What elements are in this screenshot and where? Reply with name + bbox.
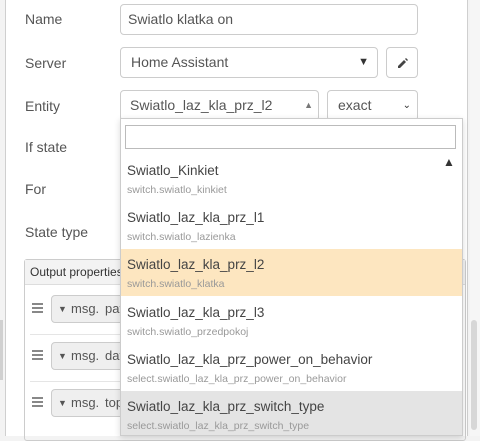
caret-down-icon: ▼	[58, 351, 67, 361]
drag-handle-icon[interactable]	[32, 397, 43, 407]
item-entity-id: switch.swiatlo_przedpokoj	[127, 326, 249, 338]
dropdown-item-hovered[interactable]: Swiatlo_laz_kla_prz_switch_type select.s…	[121, 391, 462, 435]
item-entity-id: switch.swiatlo_kinkiet	[127, 184, 227, 196]
state-type-label: State type	[25, 224, 89, 240]
drag-handle-icon[interactable]	[32, 350, 43, 360]
item-name: Swiatlo_laz_kla_prz_switch_type	[127, 399, 325, 414]
match-type-value: exact	[338, 97, 372, 113]
item-name: Swiatlo_laz_kla_prz_power_on_behavior	[127, 352, 373, 367]
property-type-label: msg.	[71, 348, 100, 363]
name-label: Name	[25, 11, 63, 27]
output-row: ▼ msg. dat	[26, 335, 125, 381]
item-name: Swiatlo_laz_kla_prz_l2	[127, 257, 265, 272]
entity-search-input[interactable]	[125, 125, 456, 149]
property-type-select[interactable]: ▼ msg. top	[51, 389, 125, 417]
caret-down-icon: ▼	[58, 398, 67, 408]
property-type-select[interactable]: ▼ msg. pay	[51, 295, 126, 323]
match-type-select[interactable]: exact ⌄	[327, 90, 418, 121]
output-row: ▼ msg. pay	[26, 288, 126, 334]
server-select[interactable]: Home Assistant ▼	[120, 47, 378, 78]
entity-label: Entity	[25, 98, 61, 114]
panel-resize-handle[interactable]	[0, 320, 3, 380]
property-type-label: msg.	[71, 395, 100, 410]
entity-select[interactable]: Swiatlo_laz_kla_prz_l2 ▲	[120, 90, 319, 121]
edit-server-button[interactable]	[386, 47, 418, 78]
item-name: Swiatlo_laz_kla_prz_l1	[127, 210, 265, 225]
item-entity-id: select.swiatlo_laz_kla_prz_power_on_beha…	[127, 373, 347, 385]
dropdown-item[interactable]: Swiatlo_Kinkiet switch.swiatlo_kinkiet	[121, 155, 462, 202]
property-type-label: msg.	[71, 301, 100, 316]
chevron-down-icon: ⌄	[402, 100, 411, 111]
dropdown-item[interactable]: Swiatlo_laz_kla_prz_l1 switch.swiatlo_la…	[121, 202, 462, 249]
property-type-select[interactable]: ▼ msg. dat	[51, 342, 125, 370]
caret-down-icon: ▼	[58, 304, 67, 314]
output-row: ▼ msg. top	[26, 382, 125, 428]
if-state-label: If state	[25, 139, 68, 155]
scrollbar-thumb[interactable]	[471, 320, 477, 430]
drag-handle-icon[interactable]	[32, 303, 43, 313]
entity-dropdown: ▲ Swiatlo_Kinkiet switch.swiatlo_kinkiet…	[120, 118, 463, 436]
entity-select-value: Swiatlo_laz_kla_prz_l2	[130, 97, 273, 113]
chevron-down-icon: ▼	[358, 56, 369, 68]
chevron-up-icon: ▲	[304, 100, 313, 110]
item-name: Swiatlo_Kinkiet	[127, 163, 219, 178]
name-input[interactable]: Swiatlo klatka on	[120, 4, 418, 35]
server-label: Server	[25, 55, 67, 71]
dropdown-item[interactable]: Swiatlo_laz_kla_prz_l3 switch.swiatlo_pr…	[121, 297, 462, 344]
server-select-value: Home Assistant	[131, 54, 229, 70]
pencil-icon	[398, 58, 408, 68]
item-entity-id: switch.swiatlo_klatka	[127, 278, 225, 290]
item-entity-id: select.swiatlo_laz_kla_prz_switch_type	[127, 420, 310, 432]
dropdown-item-selected[interactable]: Swiatlo_laz_kla_prz_l2 switch.swiatlo_kl…	[121, 249, 462, 296]
dropdown-item[interactable]: Swiatlo_laz_kla_prz_power_on_behavior se…	[121, 344, 462, 391]
item-name: Swiatlo_laz_kla_prz_l3	[127, 305, 265, 320]
item-entity-id: switch.swiatlo_lazienka	[127, 231, 236, 243]
for-label: For	[25, 181, 46, 197]
